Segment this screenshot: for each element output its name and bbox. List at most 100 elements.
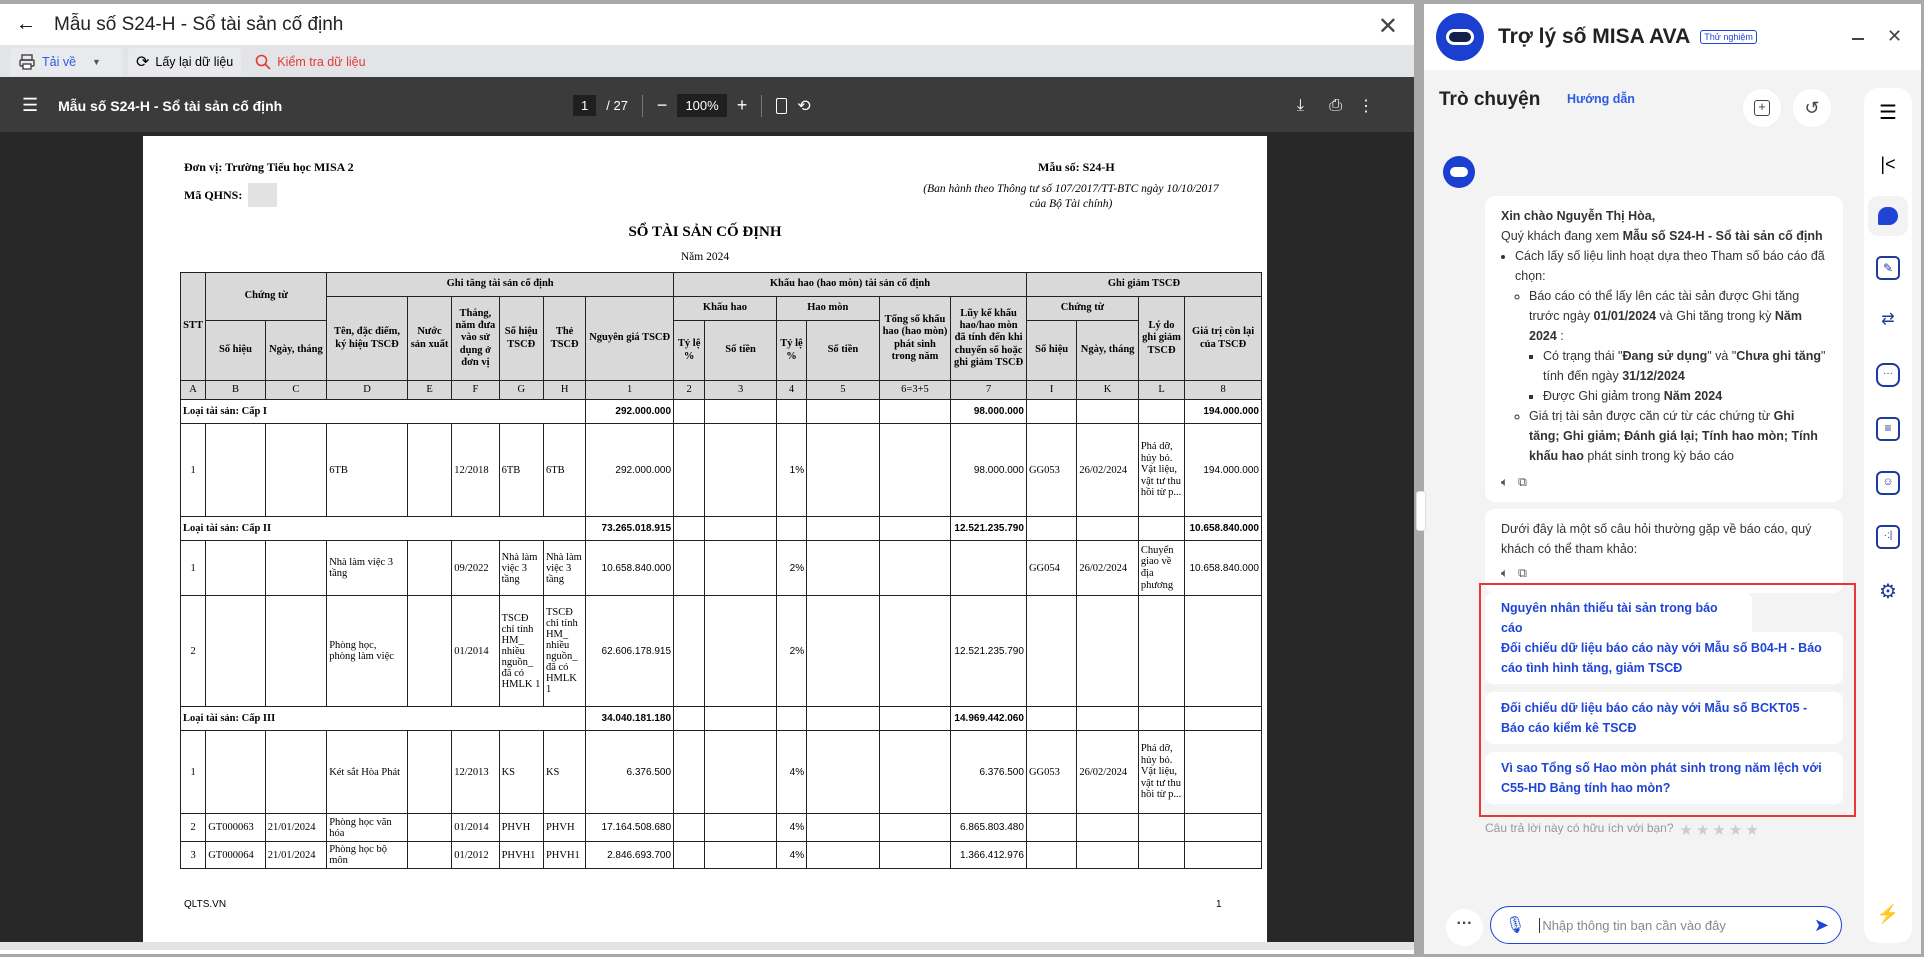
menu-icon[interactable]: ☰ (22, 95, 38, 116)
chat-search-icon[interactable]: ··· (1876, 363, 1900, 387)
empty-cell (1076, 399, 1139, 424)
chat-input[interactable]: 🎙︎ Nhập thông tin bạn cần vào đây ➤ (1490, 906, 1842, 944)
edit-icon[interactable]: ✎ (1876, 256, 1900, 280)
th-total: Tổng số khấu hao (hao mòn) phát sinh tro… (878, 296, 952, 381)
text: " và " (1707, 349, 1737, 363)
fit-page-icon[interactable] (776, 97, 788, 114)
group-row: Loại tài sản: Cấp III 34.040.181.180 14.96… (179, 706, 1262, 731)
new-chat-button[interactable]: + (1743, 89, 1781, 127)
reload-label: Lấy lại dữ liệu (155, 54, 234, 69)
table-cell: 194.000.000 (1184, 423, 1262, 517)
table-cell (406, 595, 453, 707)
quick-actions-icon[interactable]: ⚡ (1876, 904, 1900, 928)
pdf-toolbar: ☰ Mẫu số S24-H - Sổ tài sản cố định 1 / … (0, 77, 1414, 134)
table-cell: 17.164.508.680 (585, 813, 675, 842)
menu-icon[interactable]: ☰ (1876, 100, 1900, 124)
column-letter: 2 (673, 380, 706, 400)
download-icon[interactable]: ⤓ (1297, 97, 1304, 115)
zoom-in-button[interactable]: + (737, 95, 748, 116)
report-title: SỔ TÀI SẢN CỐ ĐỊNH (628, 224, 782, 240)
table-cell (673, 423, 706, 517)
more-options-button[interactable]: ··· (1446, 909, 1483, 946)
rotate-icon[interactable]: ⟲ (797, 96, 810, 116)
history-button[interactable]: ↺ (1793, 89, 1831, 127)
table-cell (704, 730, 777, 814)
group-group: Loại tài sản: Cấp III (179, 706, 587, 731)
table-cell: TSCĐ chỉ tính HM_ nhiều nguồn_ đã có HML… (542, 595, 587, 707)
print-icon[interactable]: ⎙ (1329, 97, 1342, 115)
column-letter: F (451, 380, 500, 400)
panel-resize-handle[interactable] (1416, 491, 1426, 531)
assistant-title: Trợ lý số MISA AVA (1498, 25, 1691, 48)
plus-square-icon: + (1754, 100, 1770, 116)
table-cell (806, 540, 880, 596)
table-cell (264, 423, 328, 517)
table-cell (264, 595, 328, 707)
table-cell: 21/01/2024 (264, 841, 328, 869)
text: và Ghi tăng trong kỳ (1656, 309, 1775, 323)
issued-line-1: (Ban hành theo Thông tư số 107/2017/TT-B… (923, 183, 1219, 195)
text: : (1556, 329, 1564, 343)
check-data-button[interactable]: Kiểm tra dữ liệu (247, 48, 373, 76)
th-number: Số hiệu (205, 320, 266, 381)
column-letter: 7 (950, 380, 1027, 400)
empty-cell (673, 706, 706, 731)
more-icon[interactable]: ⋮ (1358, 96, 1374, 116)
guide-link[interactable]: Hướng dẫn (1567, 92, 1635, 106)
translate-icon[interactable]: ⇄ (1876, 309, 1900, 333)
reload-data-button[interactable]: ⟳ Lấy lại dữ liệu (128, 47, 242, 76)
table-cell (673, 841, 706, 869)
minimize-icon[interactable] (1852, 38, 1864, 40)
group-gt: 10.658.840.000 (1184, 516, 1262, 541)
chat-bubble-icon[interactable] (1868, 196, 1908, 236)
zoom-level[interactable]: 100% (677, 94, 727, 117)
image-add-icon[interactable]: ☺ (1876, 471, 1900, 495)
copy-icon[interactable]: ⧉ (1518, 566, 1527, 580)
pdf-viewer[interactable]: Đơn vị: Trường Tiểu học MISA 2 Mã QHNS: … (0, 132, 1414, 945)
close-panel-icon[interactable]: ✕ (1887, 26, 1902, 47)
th-accumulated: Lũy kế khấu hao/hao mòn đã tính đến khi … (950, 296, 1027, 381)
back-arrow-icon[interactable]: ← (16, 13, 36, 36)
th-asset-code: Số hiệu TSCĐ (498, 296, 544, 381)
column-letter: 3 (704, 380, 777, 400)
th-country: Nước sản xuất (406, 296, 453, 381)
table-cell: 10.658.840.000 (585, 540, 675, 596)
suggestion-2[interactable]: Đối chiếu dữ liệu báo cáo này với Mẫu số… (1485, 632, 1843, 684)
download-button[interactable]: Tải về ▼ (10, 47, 122, 76)
scroll-track[interactable] (0, 942, 1414, 950)
th-dec-date: Ngày, tháng (1076, 320, 1139, 381)
table-cell: PHVH (542, 813, 587, 842)
suggestion-3[interactable]: Đối chiếu dữ liệu báo cáo này với Mẫu số… (1485, 692, 1843, 744)
window-header: ← Mẫu số S24-H - Sổ tài sản cố định ✕ (0, 4, 1414, 46)
zoom-out-button[interactable]: − (657, 95, 668, 116)
table-cell: Phòng học bộ môn (326, 841, 408, 869)
table-row: 3 GT000064 21/01/2024 Phòng học bộ môn 01/20… (179, 841, 1262, 869)
chat-tab[interactable]: Trò chuyện (1439, 89, 1540, 111)
table-cell (264, 730, 328, 814)
table-cell: 6.376.500 (950, 730, 1027, 814)
speaker-icon[interactable]: 🔈︎ (1501, 475, 1509, 489)
speaker-icon[interactable]: 🔈︎ (1501, 566, 1509, 580)
column-letter: H (542, 380, 587, 400)
page-number-input[interactable]: 1 (573, 95, 597, 116)
microphone-icon[interactable]: 🎙︎ (1505, 915, 1525, 935)
qhns-label: Mã QHNS: (184, 187, 243, 202)
send-icon[interactable]: ➤ (1814, 915, 1829, 936)
table-cell: 12.521.235.790 (950, 595, 1027, 707)
table-cell: PHVH1 (542, 841, 587, 869)
table-cell: Nhà làm việc 3 tầng (326, 540, 408, 596)
close-icon[interactable]: ✕ (1378, 12, 1398, 41)
table-cell: GG053 (1025, 423, 1078, 517)
settings-icon[interactable]: ⚙ (1876, 579, 1900, 603)
copy-icon[interactable]: ⧉ (1518, 475, 1527, 489)
split-view-icon[interactable]: ·:| (1876, 525, 1900, 549)
suggestion-4[interactable]: Vì sao Tổng số Hao mòn phát sinh trong n… (1485, 752, 1843, 804)
document-icon[interactable]: ≡ (1876, 417, 1900, 441)
table-cell: GT000063 (205, 813, 266, 842)
rating-stars[interactable]: ★★★★★ (1680, 821, 1762, 839)
table-cell: Phá dỡ, hủy bỏ. Vật liệu, vật tư thu hồi… (1137, 423, 1186, 517)
collapse-icon[interactable]: |< (1876, 154, 1900, 178)
table-cell (406, 813, 453, 842)
download-label: Tải về (42, 54, 77, 69)
table-cell (205, 595, 266, 707)
